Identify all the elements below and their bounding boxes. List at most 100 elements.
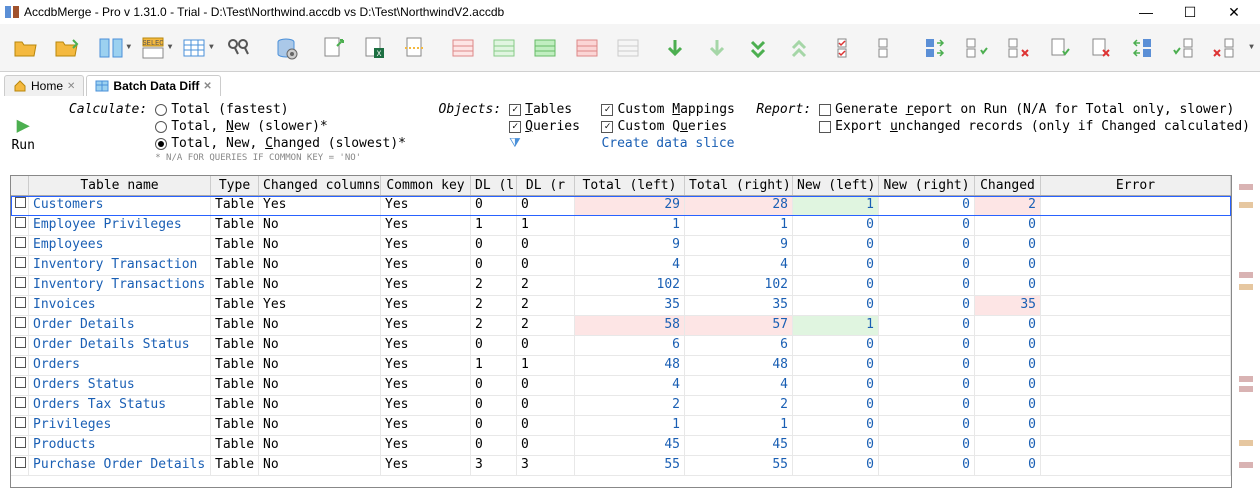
doc-check-button[interactable]	[1039, 28, 1078, 68]
table-row[interactable]: OrdersTableNoYes114848000	[11, 356, 1231, 376]
merge-right-remove-button[interactable]	[1205, 28, 1244, 68]
col-error[interactable]: Error	[1041, 176, 1231, 195]
maximize-button[interactable]: ☐	[1168, 0, 1212, 24]
tab-home-close-icon[interactable]: ✕	[67, 81, 75, 92]
check-custom-mappings[interactable]: Custom Mappings	[601, 102, 734, 117]
row-checkbox[interactable]	[11, 196, 29, 216]
radio-total-new[interactable]: Total, New (slower)*	[155, 119, 406, 134]
table-button[interactable]: ▼	[177, 28, 216, 68]
table-row[interactable]: Order DetailsTableNoYes225857100	[11, 316, 1231, 336]
titlebar: AccdbMerge - Pro v 1.31.0 - Trial - D:\T…	[0, 0, 1260, 24]
highlight-green2-button[interactable]	[526, 28, 565, 68]
table-row[interactable]: CustomersTableYesYes002928102	[11, 196, 1231, 216]
minimize-button[interactable]: —	[1124, 0, 1168, 24]
table-row[interactable]: Inventory TransactionsTableNoYes22102102…	[11, 276, 1231, 296]
check-queries[interactable]: Queries	[509, 119, 580, 134]
radio-total[interactable]: Total (fastest)	[155, 102, 406, 117]
check-export-unchanged[interactable]: Export unchanged records (only if Change…	[819, 119, 1250, 134]
row-checkbox[interactable]	[11, 296, 29, 316]
col-table-name[interactable]: Table name	[29, 176, 211, 195]
row-checkbox[interactable]	[11, 276, 29, 296]
check-tables[interactable]: Tables	[509, 102, 580, 117]
col-new-left[interactable]: New (left)	[793, 176, 879, 195]
col-total-left[interactable]: Total (left)	[575, 176, 685, 195]
note-text: * N/A FOR QUERIES IF COMMON KEY = 'NO'	[155, 153, 406, 163]
table-row[interactable]: EmployeesTableNoYes0099000	[11, 236, 1231, 256]
double-arrow-down-button[interactable]	[738, 28, 777, 68]
merge-left-all-button[interactable]	[915, 28, 954, 68]
col-dl-left[interactable]: DL (l	[471, 176, 517, 195]
col-type[interactable]: Type	[211, 176, 259, 195]
row-checkbox[interactable]	[11, 236, 29, 256]
col-checkbox[interactable]	[11, 176, 29, 195]
tab-home-label: Home	[31, 79, 63, 93]
row-checkbox[interactable]	[11, 336, 29, 356]
minimap[interactable]	[1238, 180, 1254, 488]
check-all-button[interactable]	[827, 28, 866, 68]
merge-left-remove-button[interactable]	[998, 28, 1037, 68]
radio-total-new-changed[interactable]: Total, New, Changed (slowest)*	[155, 136, 406, 151]
arrow-down-light-button[interactable]	[697, 28, 736, 68]
check-custom-queries[interactable]: Custom Queries	[601, 119, 734, 134]
merge-left-check-button[interactable]	[957, 28, 996, 68]
highlight-pink-button[interactable]	[443, 28, 482, 68]
row-checkbox[interactable]	[11, 316, 29, 336]
export-excel-button[interactable]: X	[354, 28, 393, 68]
table-row[interactable]: Employee PrivilegesTableNoYes1111000	[11, 216, 1231, 236]
table-row[interactable]: PrivilegesTableNoYes0011000	[11, 416, 1231, 436]
highlight-green-button[interactable]	[484, 28, 523, 68]
doc-remove-button[interactable]	[1081, 28, 1120, 68]
tab-batch-data-diff[interactable]: Batch Data Diff ✕	[86, 75, 220, 96]
highlight-light-button[interactable]	[608, 28, 647, 68]
col-changed-columns[interactable]: Changed columns	[259, 176, 381, 195]
create-data-slice-link[interactable]: Create data slice	[601, 136, 734, 151]
run-button[interactable]: ▶	[17, 113, 30, 138]
table-row[interactable]: InvoicesTableYesYes2235350035	[11, 296, 1231, 316]
svg-text:X: X	[377, 50, 382, 59]
row-checkbox[interactable]	[11, 216, 29, 236]
col-total-right[interactable]: Total (right)	[685, 176, 793, 195]
check-generate-report[interactable]: Generate report on Run (N/A for Total on…	[819, 102, 1250, 117]
row-checkbox[interactable]	[11, 436, 29, 456]
row-checkbox[interactable]	[11, 396, 29, 416]
table-row[interactable]: Orders Tax StatusTableNoYes0022000	[11, 396, 1231, 416]
merge-right-check-button[interactable]	[1163, 28, 1202, 68]
grid-header: Table name Type Changed columns Common k…	[11, 176, 1231, 196]
col-dl-right[interactable]: DL (r	[517, 176, 575, 195]
open-right-button[interactable]	[47, 28, 86, 68]
merge-right-all-button[interactable]	[1122, 28, 1161, 68]
table-row[interactable]: ProductsTableNoYes004545000	[11, 436, 1231, 456]
toolbar-overflow-icon[interactable]: ▼	[1249, 43, 1254, 52]
tab-batch-close-icon[interactable]: ✕	[203, 81, 211, 92]
table-row[interactable]: Orders StatusTableNoYes0044000	[11, 376, 1231, 396]
col-new-right[interactable]: New (right)	[879, 176, 975, 195]
options-panel: ▶ Run Calculate: Total (fastest) Total, …	[0, 96, 1260, 165]
table-row[interactable]: Order Details StatusTableNoYes0066000	[11, 336, 1231, 356]
double-arrow-up-button[interactable]	[780, 28, 819, 68]
row-checkbox[interactable]	[11, 356, 29, 376]
table-row[interactable]: Inventory TransactionTableNoYes0044000	[11, 256, 1231, 276]
arrow-down-green-button[interactable]	[656, 28, 695, 68]
objects-label: Objects:	[439, 102, 502, 117]
compare-button[interactable]: ▼	[95, 28, 134, 68]
col-changed[interactable]: Changed	[975, 176, 1041, 195]
grid-body: CustomersTableYesYes002928102Employee Pr…	[11, 196, 1231, 476]
row-checkbox[interactable]	[11, 256, 29, 276]
close-button[interactable]: ✕	[1212, 0, 1256, 24]
slice-button[interactable]	[396, 28, 435, 68]
window-title: AccdbMerge - Pro v 1.31.0 - Trial - D:\T…	[24, 5, 1124, 19]
row-checkbox[interactable]	[11, 376, 29, 396]
open-left-button[interactable]	[6, 28, 45, 68]
row-checkbox[interactable]	[11, 416, 29, 436]
uncheck-all-button[interactable]	[868, 28, 907, 68]
col-common-key[interactable]: Common key	[381, 176, 471, 195]
filter-icon[interactable]: ⧩	[509, 136, 580, 151]
row-checkbox[interactable]	[11, 456, 29, 476]
database-button[interactable]	[266, 28, 305, 68]
find-button[interactable]	[219, 28, 258, 68]
export-button[interactable]	[313, 28, 352, 68]
table-row[interactable]: Purchase Order DetailsTableNoYes33555500…	[11, 456, 1231, 476]
highlight-pink2-button[interactable]	[567, 28, 606, 68]
tab-home[interactable]: Home ✕	[4, 75, 84, 96]
query-button[interactable]: SELEC▼	[136, 28, 175, 68]
